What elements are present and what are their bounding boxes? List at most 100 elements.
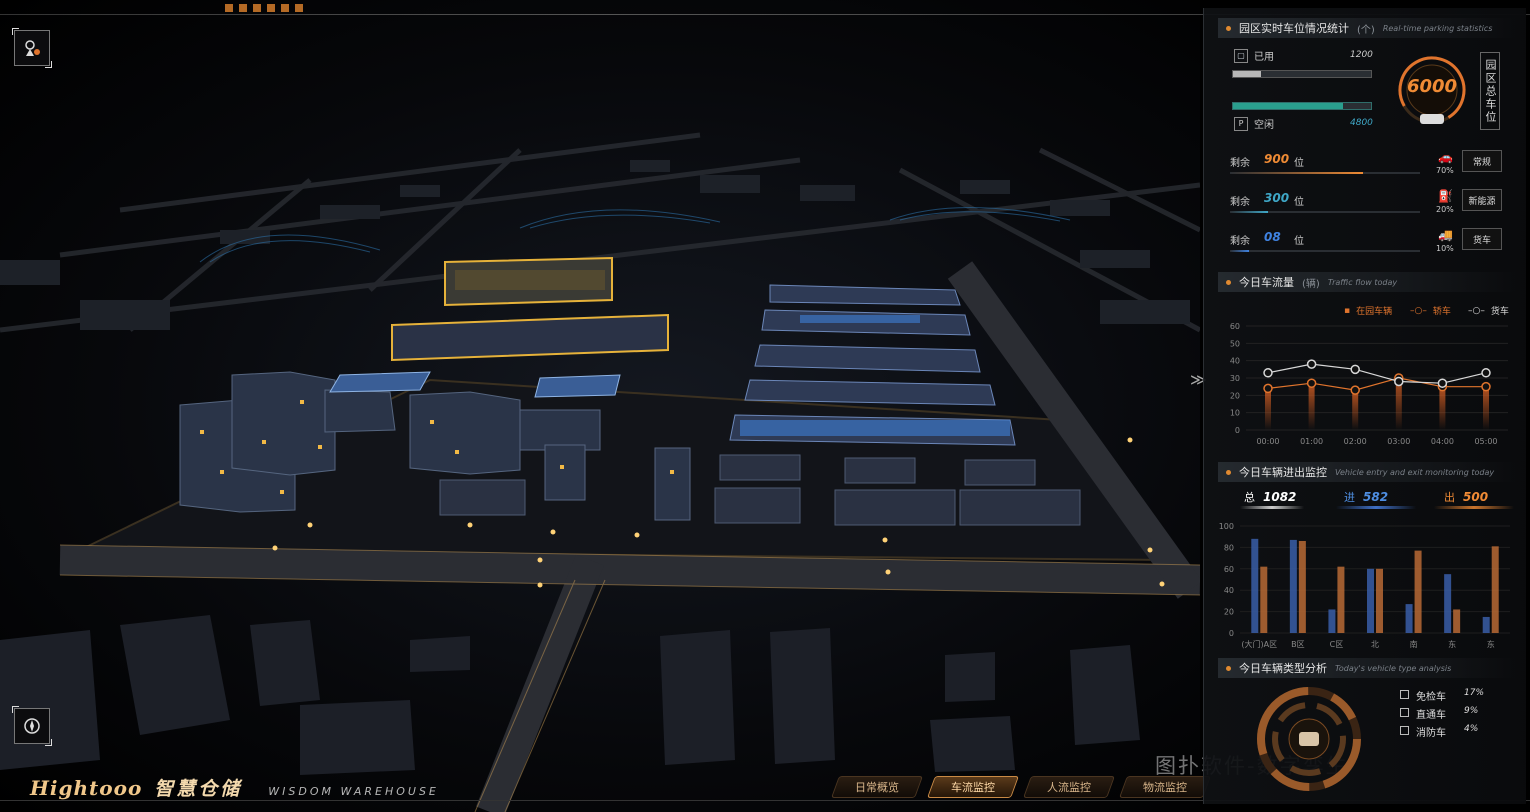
data-point: [1306, 359, 1317, 369]
x-tick-label: 01:00: [1300, 437, 1323, 446]
data-point: [1394, 376, 1404, 387]
compass-button[interactable]: [12, 706, 52, 746]
x-tick-label: 北: [1371, 640, 1379, 649]
parking-section-title: 园区实时车位情况统计 (个) Real-time parking statist…: [1218, 18, 1518, 38]
checkbox-icon: [1400, 690, 1409, 699]
data-point: [1481, 381, 1491, 392]
x-tick-label: 00:00: [1256, 437, 1279, 446]
free-value: 4800: [1350, 118, 1373, 128]
glow-bar: [1439, 386, 1446, 430]
data-point: [1263, 383, 1273, 394]
fuel-icon: ⛽: [1438, 189, 1453, 203]
remaining-prefix: 剩余: [1230, 197, 1250, 208]
bar: [1251, 538, 1259, 633]
used-value: 1200: [1350, 50, 1373, 60]
bar: [1298, 540, 1306, 633]
legend-in-park: ▪ 在园车辆: [1344, 305, 1393, 318]
tab-people-monitoring[interactable]: 人流监控: [1022, 776, 1116, 798]
type-section-title: 今日车辆类型分析 Today's vehicle type analysis: [1218, 658, 1518, 678]
type-pct: 9%: [1464, 706, 1479, 716]
type-name: 消防车: [1416, 728, 1446, 739]
legend-line-icon: –○–: [1468, 305, 1485, 316]
x-tick-label: 05:00: [1474, 437, 1497, 446]
brand-sub: WISDOM WAREHOUSE: [268, 785, 439, 798]
entry-in: 进 582: [1344, 490, 1389, 504]
free-label: 空闲: [1254, 120, 1274, 131]
scene-illustration: [0, 132, 1200, 812]
x-tick-label: 03:00: [1387, 437, 1410, 446]
bar: [1405, 604, 1413, 633]
top-accent-stripes: [225, 4, 305, 12]
truck-icon: 🚚: [1438, 228, 1453, 242]
remaining-bar: [1230, 250, 1420, 252]
y-tick-label: 60: [1230, 322, 1240, 331]
y-tick-label: 0: [1229, 629, 1234, 638]
series-line: [1267, 377, 1486, 391]
x-tick-label: 04:00: [1431, 437, 1454, 446]
bullet-icon: [1226, 25, 1231, 31]
bar: [1453, 609, 1461, 633]
tab-daily-overview[interactable]: 日常概览: [830, 776, 924, 798]
total-label: 园区总车位: [1480, 52, 1500, 130]
brand-cn: 智慧仓储: [154, 778, 243, 800]
remaining-value: 900: [1264, 152, 1290, 166]
parking-free-icon: P: [1234, 116, 1248, 131]
checkbox-icon: [1400, 726, 1409, 735]
remaining-unit: 位: [1294, 236, 1304, 247]
filter-button-0[interactable]: 常规: [1462, 150, 1502, 172]
bar: [1328, 609, 1336, 633]
car-icon: 🚗: [1438, 150, 1453, 164]
y-tick-label: 60: [1224, 565, 1234, 574]
filter-button-1[interactable]: 新能源: [1462, 189, 1502, 211]
glow-bar: [1308, 383, 1315, 430]
bar: [1289, 539, 1297, 633]
y-tick-label: 20: [1230, 391, 1240, 400]
type-pct: 4%: [1464, 724, 1479, 734]
bullet-icon: [1226, 469, 1231, 475]
series-line: [1267, 363, 1487, 384]
bullet-icon: [1226, 665, 1231, 671]
type-name: 免检车: [1416, 692, 1446, 703]
used-label: 已用: [1254, 52, 1274, 63]
legend-square-icon: ▪: [1344, 305, 1351, 316]
tab-traffic-monitoring[interactable]: 车流监控: [926, 776, 1020, 798]
remaining-prefix: 剩余: [1230, 158, 1250, 169]
x-tick-label: 东: [1487, 639, 1495, 649]
data-point: [1481, 368, 1491, 378]
entry-out: 出 500: [1444, 490, 1489, 504]
data-point: [1350, 385, 1360, 395]
remaining-bar: [1230, 172, 1420, 174]
bar: [1337, 566, 1345, 633]
bar: [1367, 568, 1374, 633]
remaining-value: 08: [1264, 230, 1281, 244]
remaining-bar-fill: [1230, 172, 1363, 174]
y-tick-label: 10: [1230, 409, 1240, 418]
location-button[interactable]: [12, 28, 52, 68]
data-point: [1306, 378, 1317, 388]
remaining-pct: 10%: [1436, 244, 1454, 253]
3d-warehouse-scene[interactable]: [0, 0, 1200, 812]
brand-en: Hightooo: [30, 776, 143, 800]
remaining-pct: 70%: [1436, 166, 1454, 175]
data-point: [1437, 378, 1448, 388]
y-tick-label: 100: [1219, 522, 1234, 531]
nav-tabs: 日常概览 车流监控 人流监控 物流监控: [830, 776, 1212, 798]
free-row: P 空闲: [1234, 116, 1274, 131]
used-bar: [1232, 70, 1372, 78]
vehicle-icon: [1299, 732, 1319, 746]
parking-used-icon: ▢: [1234, 48, 1248, 63]
filter-button-2[interactable]: 货车: [1462, 228, 1502, 250]
free-bar-fill: [1233, 103, 1343, 109]
legend-sedan: –○– 轿车: [1410, 305, 1451, 318]
glow-bar: [1265, 388, 1271, 430]
data-point: [1350, 364, 1360, 375]
bullet-icon: [1226, 279, 1231, 285]
stats-panel: 园区实时车位情况统计 (个) Real-time parking statist…: [1203, 8, 1526, 804]
map-marker-icon: [25, 40, 40, 56]
out-underline: [1434, 506, 1514, 509]
total-underline: [1240, 506, 1304, 509]
x-tick-label: 东: [1448, 639, 1456, 649]
car-icon: [1420, 114, 1444, 124]
data-point: [1263, 368, 1273, 378]
remaining-unit: 位: [1294, 158, 1304, 169]
